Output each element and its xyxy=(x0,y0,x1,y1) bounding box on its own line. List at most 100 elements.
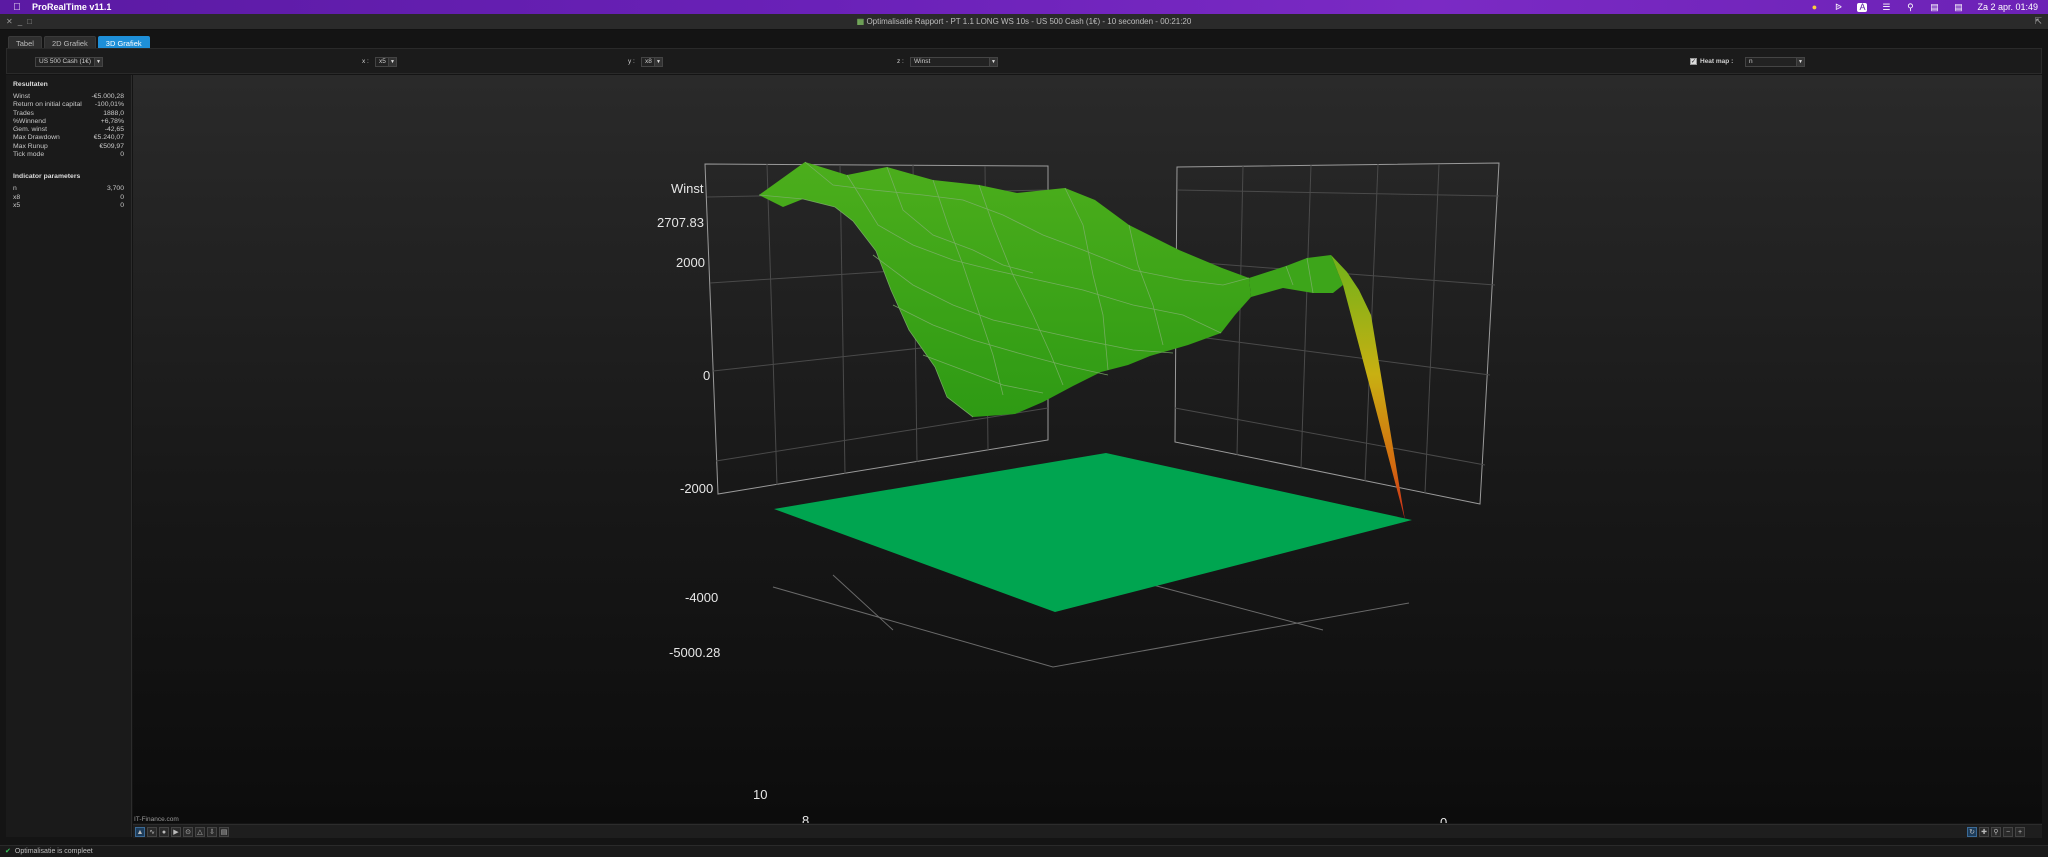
result-label: Gem. winst xyxy=(13,126,47,134)
3d-surface-chart[interactable]: Winst 2707.83 2000 0 -2000 -4000 -5000.2… xyxy=(133,75,2042,823)
result-label: Max Drawdown xyxy=(13,134,60,142)
y-axis-label: y : xyxy=(628,58,635,65)
chevron-down-icon[interactable]: ▼ xyxy=(654,58,662,66)
share-icon[interactable]: ⇱ xyxy=(2034,16,2042,27)
result-label: Winst xyxy=(13,93,30,100)
result-value: 0 xyxy=(120,151,124,159)
control-center-icon[interactable]: ▤ xyxy=(1929,2,1939,12)
chevron-down-icon[interactable]: ▼ xyxy=(388,58,396,66)
result-value: -42,65 xyxy=(104,126,124,134)
z-axis-select-value: Winst xyxy=(914,58,931,65)
pyramid-icon[interactable]: △ xyxy=(195,827,205,837)
chart-credit: IT-Finance.com xyxy=(134,816,179,823)
param-row: x8 0 xyxy=(6,194,131,202)
window-controls: ✕ _ □ xyxy=(6,17,32,26)
zoom-box-icon[interactable]: ⚲ xyxy=(1991,827,2001,837)
window-titlebar: ✕ _ □ ▦ Optimalisatie Rapport - PT 1.1 L… xyxy=(0,14,2048,30)
result-row: Trades 1888,0 xyxy=(6,110,131,118)
window-title-text: Optimalisatie Rapport - PT 1.1 LONG WS 1… xyxy=(866,17,1192,26)
instrument-select[interactable]: US 500 Cash (1€) ▼ xyxy=(35,57,103,67)
status-bar: ✔ Optimalisatie is compleet xyxy=(0,845,2048,857)
heatmap-label: Heat map : xyxy=(1700,58,1734,65)
rotate-icon[interactable]: ↻ xyxy=(1967,827,1977,837)
result-value: €509,97 xyxy=(99,142,124,150)
heatmap-checkbox[interactable]: ✓ xyxy=(1690,58,1697,65)
axes-icon[interactable]: ⊙ xyxy=(183,827,193,837)
z-tick-label: -5000.28 xyxy=(669,645,720,660)
z-tick-label: -2000 xyxy=(680,481,713,496)
report-icon: ▦ xyxy=(856,17,865,26)
result-row: Max Drawdown €5.240,07 xyxy=(6,134,131,142)
x-axis-label: x : xyxy=(362,58,369,65)
surface-chart-icon[interactable]: ▲ xyxy=(135,827,145,837)
chevron-down-icon[interactable]: ▼ xyxy=(989,58,997,66)
line-chart-icon[interactable]: ∿ xyxy=(147,827,157,837)
keyboard-layout-icon[interactable]: A xyxy=(1857,2,1868,12)
z-tick-label: 2707.83 xyxy=(657,215,704,230)
heatmap-select-value: n xyxy=(1749,58,1753,65)
param-value: 0 xyxy=(120,193,124,201)
macos-menubar:  ProRealTime v11.1 ● ᐉ A ☰ ⚲ ▤ ▤ Za 2 a… xyxy=(0,0,2048,14)
result-row: %Winnend +6,78% xyxy=(6,118,131,126)
result-label: Tick mode xyxy=(13,151,45,159)
restore-icon[interactable]: □ xyxy=(27,17,32,26)
search-icon[interactable]: ⚲ xyxy=(1905,2,1915,12)
result-label: Max Runup xyxy=(13,142,48,150)
minimize-icon[interactable]: _ xyxy=(18,17,22,26)
menubar-status-area: ● ᐉ A ☰ ⚲ ▤ ▤ Za 2 apr. 01:49 xyxy=(1809,2,2038,12)
result-label: Trades xyxy=(13,109,34,117)
result-row: Max Runup €509,97 xyxy=(6,143,131,151)
export-icon[interactable]: ⇩ xyxy=(207,827,217,837)
indicator-params-list: n 3,700 x8 0 x5 0 xyxy=(6,185,131,210)
param-value: 3,700 xyxy=(106,185,124,193)
right-back-wall xyxy=(1174,162,1500,505)
param-row: n 3,700 xyxy=(6,185,131,193)
apple-icon[interactable]:  xyxy=(10,2,24,13)
color-dots-icon[interactable]: ● xyxy=(1809,2,1819,12)
result-row: Winst -€5.000,28 xyxy=(6,93,131,101)
result-value: 1888,0 xyxy=(103,109,124,117)
param-label: x5 xyxy=(13,201,21,209)
instrument-select-value: US 500 Cash (1€) xyxy=(39,58,92,65)
results-sidebar: Resultaten Winst -€5.000,28 Return on init… xyxy=(6,75,132,837)
app-name-menu[interactable]: ProRealTime v11.1 xyxy=(32,2,111,12)
param-label: x8 xyxy=(13,193,21,201)
bluetooth-icon[interactable]: ᐉ xyxy=(1833,2,1843,12)
chart-style-icon[interactable]: ▶ xyxy=(171,827,181,837)
chart-controls-toolbar: US 500 Cash (1€) ▼ x : x5 ▼ y : x8 ▼ z :… xyxy=(6,48,2042,74)
notification-icon[interactable]: ▤ xyxy=(1953,2,1963,12)
chart-bottom-toolbar: ▲ ∿ ● ▶ ⊙ △ ⇩ ▤ ↻ ✚ ⚲ − + xyxy=(133,824,2042,838)
y-axis-select[interactable]: x8 ▼ xyxy=(641,57,663,67)
result-label: %Winnend xyxy=(13,117,46,125)
close-icon[interactable]: ✕ xyxy=(6,17,13,26)
color-palette-icon[interactable]: ● xyxy=(159,827,169,837)
result-value: €5.240,07 xyxy=(93,134,124,142)
results-heading: Resultaten xyxy=(13,81,48,88)
x-axis-select-value: x5 xyxy=(379,58,386,65)
param-row: x5 0 xyxy=(6,202,131,210)
chevron-down-icon[interactable]: ▼ xyxy=(1796,58,1804,66)
results-list: Winst -€5.000,28 Return on initial capital… xyxy=(6,93,131,159)
z-axis-select[interactable]: Winst ▼ xyxy=(910,57,998,67)
zoom-out-icon[interactable]: − xyxy=(2003,827,2013,837)
indicator-params-heading: Indicator parameters xyxy=(13,173,81,181)
result-value: +6,78% xyxy=(100,117,124,125)
status-message: Optimalisatie is compleet xyxy=(14,848,93,855)
chevron-down-icon[interactable]: ▼ xyxy=(94,58,102,66)
param-value: 0 xyxy=(120,201,124,209)
z-tick-label: 0 xyxy=(703,368,710,383)
floor-axis-label: 10 xyxy=(753,787,767,802)
z-axis-title: Winst xyxy=(671,181,704,196)
3d-chart-area[interactable]: Winst 2707.83 2000 0 -2000 -4000 -5000.2… xyxy=(133,75,2042,823)
zoom-in-icon[interactable]: + xyxy=(2015,827,2025,837)
print-icon[interactable]: ▤ xyxy=(219,827,229,837)
checkmark-icon: ✔ xyxy=(5,848,11,855)
result-row: Gem. winst -42,65 xyxy=(6,126,131,134)
x-axis-select[interactable]: x5 ▼ xyxy=(375,57,397,67)
result-row: Return on initial capital -100,01% xyxy=(6,101,131,109)
pan-icon[interactable]: ✚ xyxy=(1979,827,1989,837)
z-tick-label: 2000 xyxy=(676,255,705,270)
menubar-clock[interactable]: Za 2 apr. 01:49 xyxy=(1977,2,2038,12)
heatmap-select[interactable]: n ▼ xyxy=(1745,57,1805,67)
wifi-icon[interactable]: ☰ xyxy=(1881,2,1891,12)
